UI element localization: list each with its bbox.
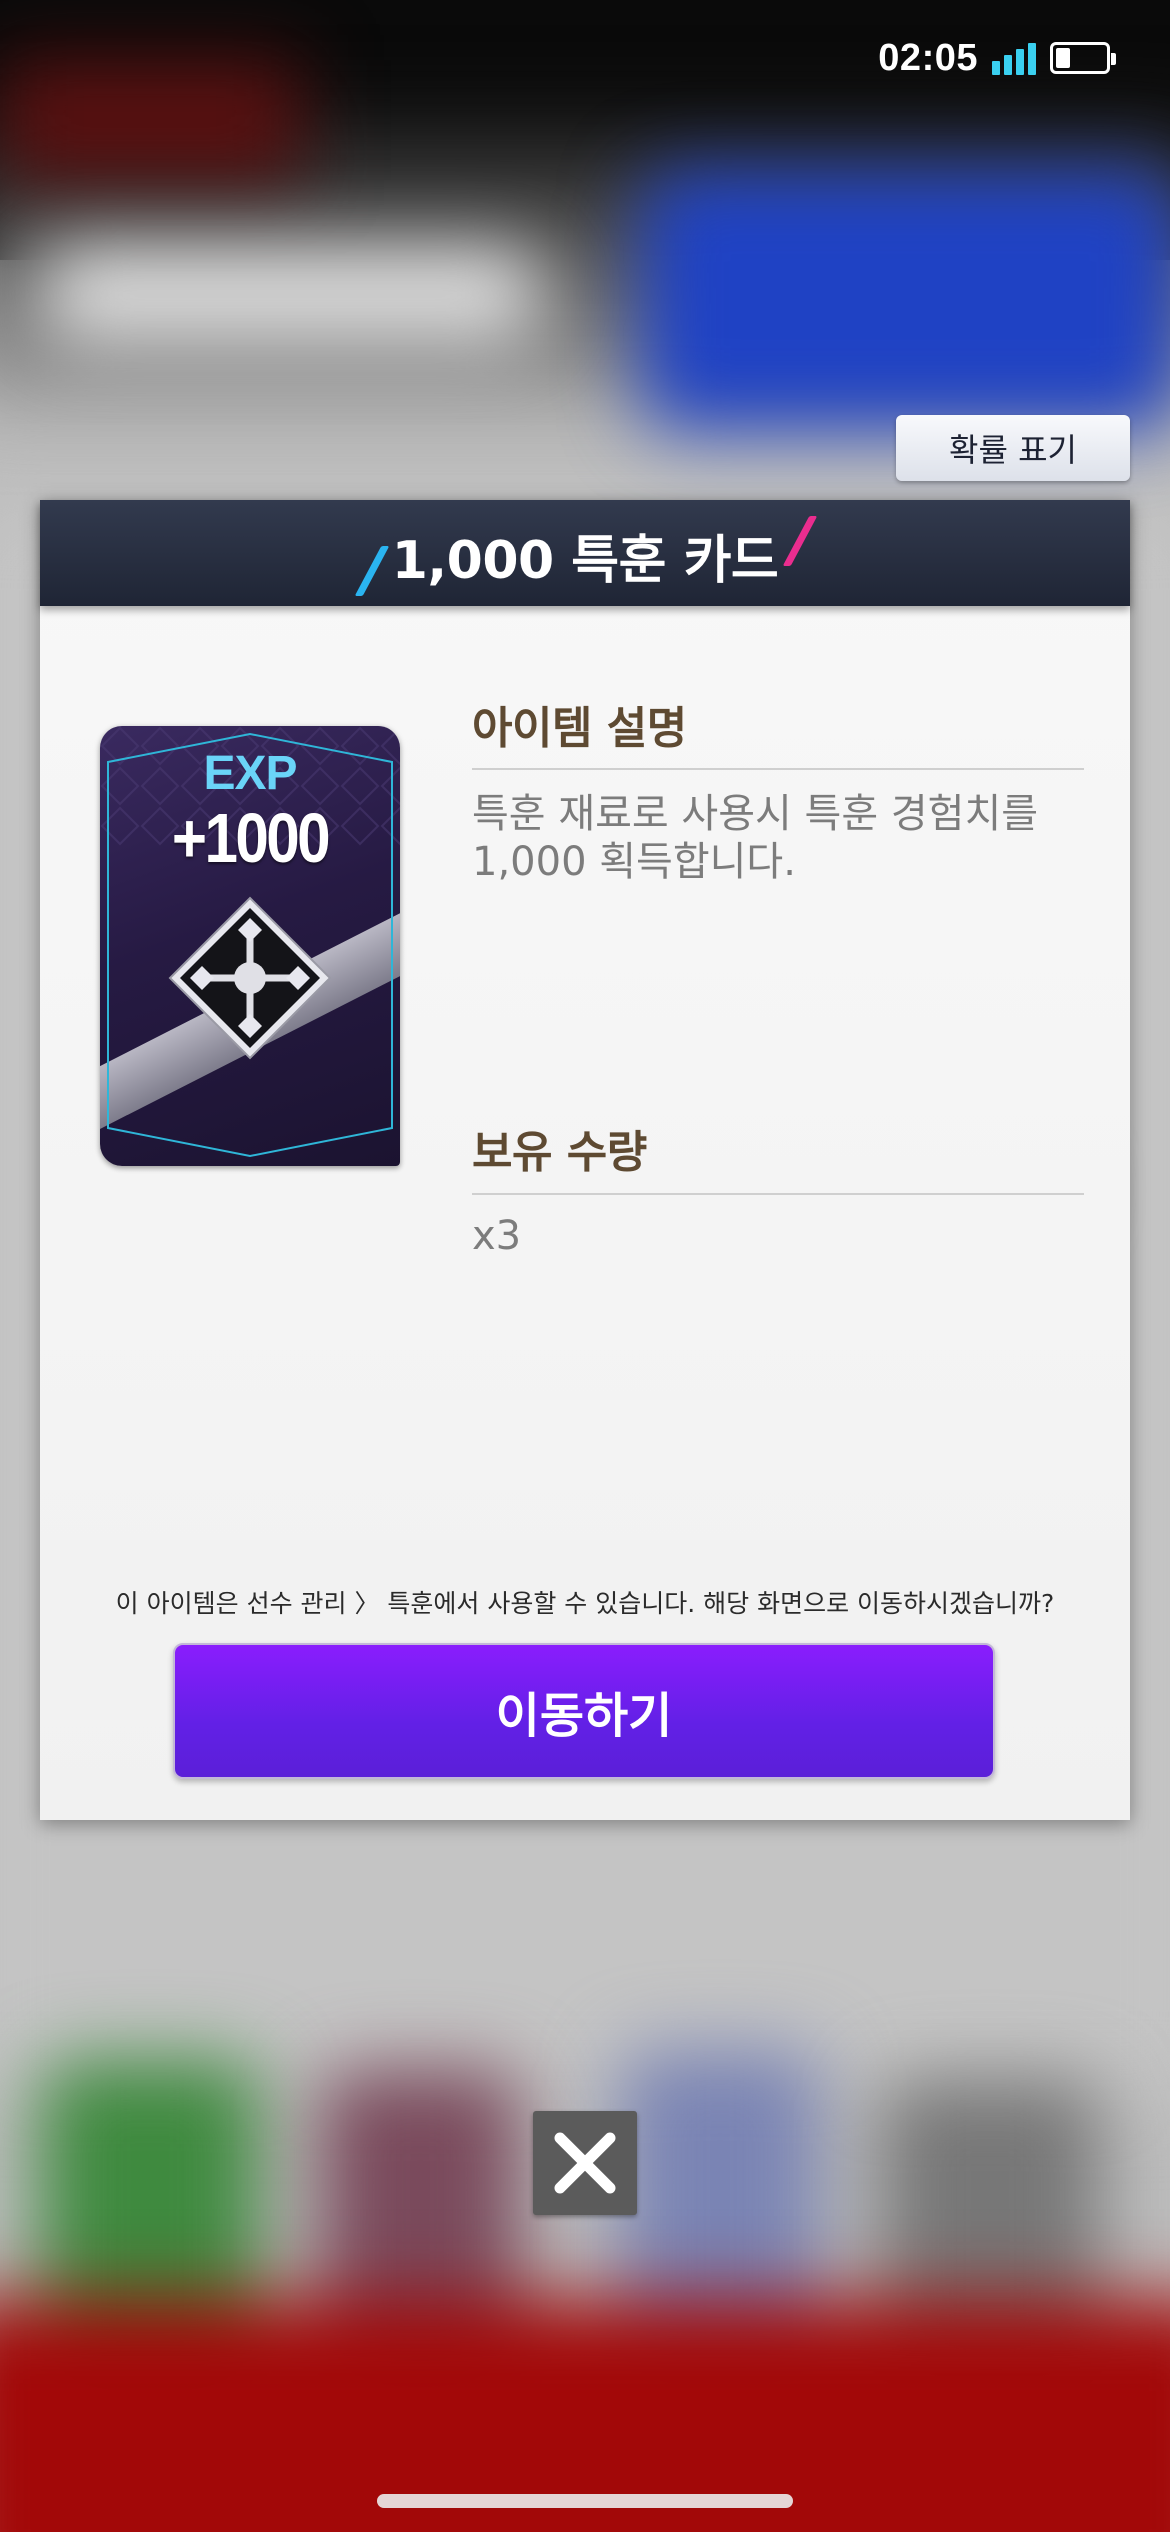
signal-bars-icon [992,41,1036,75]
status-bar: 02:05 [878,28,1116,88]
home-indicator[interactable] [377,2494,793,2508]
card-exp-value: +1000 [171,799,331,877]
description-heading: 아이템 설명 [472,703,687,754]
card-exp-label: EXP [203,747,297,800]
item-card: EXP +1000 [100,726,400,1166]
status-time: 02:05 [878,36,978,79]
close-icon [554,2132,616,2194]
training-emblem-icon [168,896,332,1060]
probability-button[interactable]: 확률 표기 [896,415,1130,481]
owned-quantity: x3 [472,1213,522,1259]
modal-title: 1,000 특훈 카드 [391,530,779,591]
description-text: 특훈 재료로 사용시 특훈 경험치를 1,000 획득합니다. [472,791,1039,885]
owned-divider [472,1193,1084,1195]
pink-slash-decoration [782,516,818,566]
owned-heading: 보유 수량 [472,1127,647,1178]
modal-header: 1,000 특훈 카드 [40,500,1130,606]
item-modal: 1,000 특훈 카드 EXP +1000 아이템 설명 특훈 재료로 사용시 … [40,500,1130,1820]
blue-slash-decoration [354,546,390,596]
navigation-notice: 이 아이템은 선수 관리 〉 특훈에서 사용할 수 있습니다. 해당 화면으로 … [115,1589,1055,1618]
description-divider [472,768,1084,770]
close-button[interactable] [533,2111,637,2215]
battery-icon [1050,42,1116,74]
go-button[interactable]: 이동하기 [173,1643,995,1779]
